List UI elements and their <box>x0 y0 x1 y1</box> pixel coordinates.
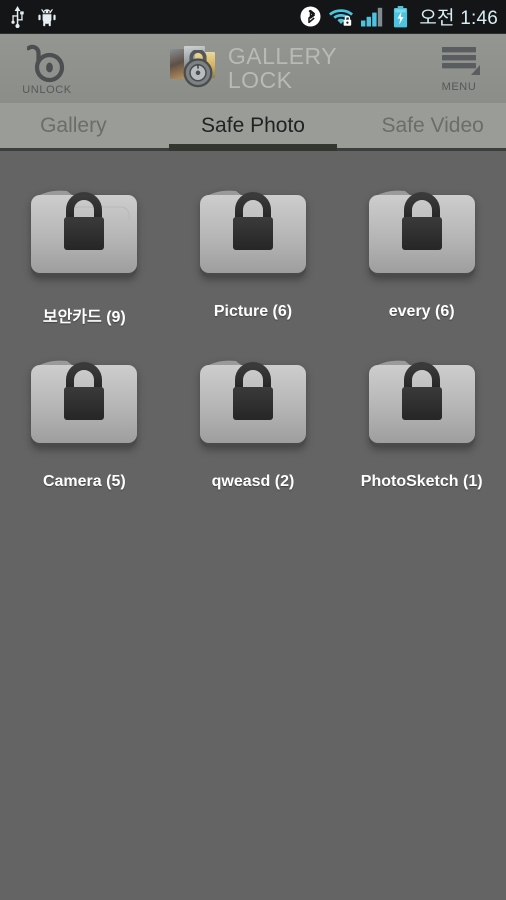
wifi-lock-icon <box>328 6 354 27</box>
tab-safe-photo-label: Safe Photo <box>201 114 305 138</box>
folder-item[interactable]: PhotoSketch (1) <box>337 349 506 491</box>
folder-label: PhotoSketch (1) <box>361 473 483 491</box>
locked-folder-icon <box>192 355 314 455</box>
status-bar: 오전 1:46 <box>0 0 506 34</box>
bluetooth-icon <box>300 6 321 27</box>
folder-grid-container: 보안카드 (9) Picture (6) <box>0 151 506 900</box>
folder-item[interactable]: Camera (5) <box>0 349 169 491</box>
unlock-button-label: UNLOCK <box>22 84 71 96</box>
app-title-line-2: LOCK <box>228 69 337 92</box>
app-title-line-1: GALLERY <box>228 45 337 68</box>
hamburger-menu-icon <box>438 44 480 80</box>
app-screen: 오전 1:46 UNLOCK <box>0 0 506 900</box>
menu-button-label: MENU <box>442 81 477 93</box>
tab-gallery[interactable]: Gallery <box>0 103 169 148</box>
folder-item[interactable]: Picture (6) <box>169 179 338 327</box>
status-bar-right-icons: 오전 1:46 <box>300 3 498 30</box>
tab-safe-photo[interactable]: Safe Photo <box>169 103 338 148</box>
gallery-lock-logo-icon <box>169 46 221 92</box>
folder-grid: 보안카드 (9) Picture (6) <box>0 151 506 491</box>
locked-folder-icon <box>192 185 314 285</box>
status-bar-clock: 오전 1:46 <box>419 3 498 30</box>
locked-folder-icon <box>23 185 145 285</box>
app-logo: GALLERY LOCK <box>84 45 422 92</box>
locked-folder-icon <box>23 355 145 455</box>
folder-label: Picture (6) <box>214 303 292 321</box>
android-debug-icon <box>37 7 57 27</box>
folder-item[interactable]: every (6) <box>337 179 506 327</box>
folder-item[interactable]: qweasd (2) <box>169 349 338 491</box>
action-bar: UNLOCK GALLERY LOCK <box>0 34 506 103</box>
battery-charging-icon <box>393 6 408 28</box>
folder-label: every (6) <box>389 303 455 321</box>
folder-label: 보안카드 (9) <box>43 303 126 327</box>
tab-safe-video[interactable]: Safe Video <box>337 103 506 148</box>
status-bar-left-icons <box>10 6 57 28</box>
unlock-button[interactable]: UNLOCK <box>10 34 84 103</box>
tab-bar: Gallery Safe Photo Safe Video <box>0 103 506 151</box>
folder-item[interactable]: 보안카드 (9) <box>0 179 169 327</box>
signal-bars-icon <box>361 6 386 27</box>
tab-safe-video-label: Safe Video <box>381 114 483 138</box>
folder-label: qweasd (2) <box>212 473 295 491</box>
open-padlock-icon <box>27 41 67 83</box>
combination-dial-lock-icon <box>179 50 217 88</box>
app-title: GALLERY LOCK <box>228 45 337 92</box>
folder-label: Camera (5) <box>43 473 126 491</box>
menu-button[interactable]: MENU <box>422 34 496 103</box>
tab-gallery-label: Gallery <box>40 114 107 138</box>
usb-icon <box>10 6 25 28</box>
locked-folder-icon <box>361 355 483 455</box>
locked-folder-icon <box>361 185 483 285</box>
